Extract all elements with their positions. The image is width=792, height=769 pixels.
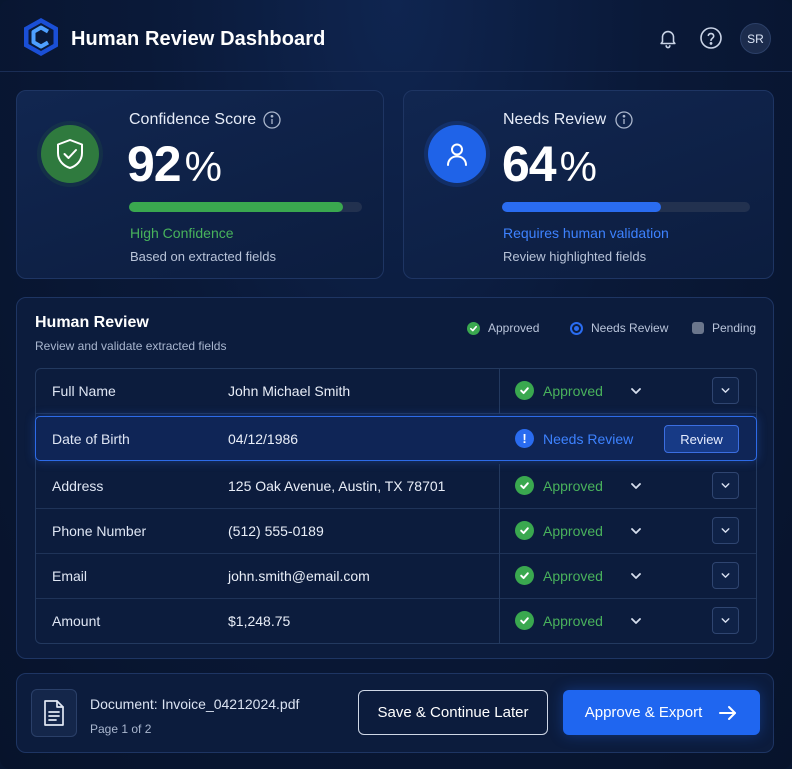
header: Human Review Dashboard SR: [0, 0, 792, 72]
app-title: Human Review Dashboard: [71, 28, 326, 50]
column-divider: [499, 554, 500, 599]
human-review-panel: Human Review Review and validate extract…: [16, 297, 774, 659]
field-label: Amount: [52, 613, 101, 629]
legend-needs-review: Needs Review: [570, 321, 668, 335]
table-row: Phone Number (512) 555-0189 Approved: [36, 509, 756, 554]
chevron-down-icon[interactable]: [628, 478, 644, 494]
column-divider: [499, 369, 500, 414]
metric-label: Needs Review: [503, 111, 607, 128]
info-icon[interactable]: [263, 111, 281, 129]
metric-status: Requires human validation: [503, 225, 669, 241]
progress-fill: [129, 202, 344, 212]
help-icon[interactable]: [699, 26, 723, 50]
check-icon: [515, 381, 534, 400]
check-icon: [515, 611, 534, 630]
expand-row-button[interactable]: [712, 377, 739, 404]
column-divider: [499, 509, 500, 554]
needs-review-card: Needs Review 64% Requires human validati…: [403, 90, 774, 279]
field-value: john.smith@email.com: [228, 568, 370, 584]
pending-square-icon: [692, 322, 704, 334]
table-row-needs-review: Date of Birth 04/12/1986 ! Needs Review …: [35, 416, 757, 461]
expand-row-button[interactable]: [712, 562, 739, 589]
save-continue-button[interactable]: Save & Continue Later: [358, 690, 548, 735]
table-row: Full Name John Michael Smith Approved: [36, 369, 756, 414]
chevron-down-icon[interactable]: [628, 613, 644, 629]
field-value: (512) 555-0189: [228, 523, 324, 539]
metric-value: 64%: [502, 136, 597, 192]
status-badge: Approved: [515, 521, 603, 540]
field-label: Email: [52, 568, 88, 584]
field-value: 125 Oak Avenue, Austin, TX 78701: [228, 478, 446, 494]
table-row: Address 125 Oak Avenue, Austin, TX 78701…: [36, 464, 756, 509]
chevron-down-icon[interactable]: [628, 568, 644, 584]
logo-icon: [22, 17, 60, 57]
check-icon: [515, 566, 534, 585]
metric-value: 92%: [127, 136, 222, 192]
document-icon: [31, 689, 77, 737]
approve-export-button[interactable]: Approve & Export: [563, 690, 760, 735]
field-value: $1,248.75: [228, 613, 291, 629]
chevron-down-icon: [721, 388, 730, 393]
expand-row-button[interactable]: [712, 517, 739, 544]
review-progress-bar: [502, 202, 750, 212]
progress-fill: [502, 202, 661, 212]
review-button[interactable]: Review: [664, 425, 739, 453]
field-label: Full Name: [52, 383, 116, 399]
panel-subtitle: Review and validate extracted fields: [35, 339, 227, 353]
confidence-score-card: Confidence Score 92% High Confidence Bas…: [16, 90, 384, 279]
metric-subtext: Review highlighted fields: [503, 249, 647, 264]
status-badge: Approved: [515, 381, 603, 400]
info-icon[interactable]: [615, 111, 633, 129]
approve-export-label: Approve & Export: [584, 704, 703, 721]
document-name: Document: Invoice_04212024.pdf: [90, 696, 300, 712]
chevron-down-icon[interactable]: [628, 523, 644, 539]
status-badge: Approved: [515, 566, 603, 585]
shield-check-icon: [41, 125, 99, 183]
chevron-down-icon[interactable]: [628, 383, 644, 399]
status-badge: ! Needs Review: [515, 429, 633, 448]
metric-subtext: Based on extracted fields: [130, 249, 276, 264]
confidence-progress-bar: [129, 202, 362, 212]
dashboard-window: Human Review Dashboard SR Confidence Sco…: [0, 0, 792, 769]
metric-status: High Confidence: [130, 225, 234, 241]
review-table: Full Name John Michael Smith Approved Da…: [35, 368, 757, 644]
avatar[interactable]: SR: [740, 23, 771, 54]
status-badge: Approved: [515, 611, 603, 630]
legend-approved: Approved: [467, 321, 539, 335]
metric-label: Confidence Score: [129, 111, 257, 128]
field-label: Address: [52, 478, 104, 494]
footer-bar: Document: Invoice_04212024.pdf Page 1 of…: [16, 673, 774, 753]
legend-pending: Pending: [692, 321, 756, 335]
check-icon: [515, 521, 534, 540]
status-badge: Approved: [515, 476, 603, 495]
alert-icon: !: [515, 429, 534, 448]
bell-icon[interactable]: [656, 26, 680, 50]
user-icon: [428, 125, 486, 183]
field-value: John Michael Smith: [228, 383, 351, 399]
table-row: Amount $1,248.75 Approved: [36, 599, 756, 644]
field-label: Phone Number: [52, 523, 147, 539]
column-divider: [499, 464, 500, 509]
arrow-right-icon: [718, 705, 738, 721]
check-icon: [515, 476, 534, 495]
page-indicator: Page 1 of 2: [90, 722, 152, 736]
field-value: 04/12/1986: [228, 431, 299, 447]
column-divider: [499, 599, 500, 644]
panel-title: Human Review: [35, 314, 149, 331]
field-label: Date of Birth: [52, 431, 130, 447]
expand-row-button[interactable]: [712, 472, 739, 499]
expand-row-button[interactable]: [712, 607, 739, 634]
radio-dot-icon: [570, 321, 583, 335]
table-row: Email john.smith@email.com Approved: [36, 554, 756, 599]
check-icon: [467, 321, 480, 335]
